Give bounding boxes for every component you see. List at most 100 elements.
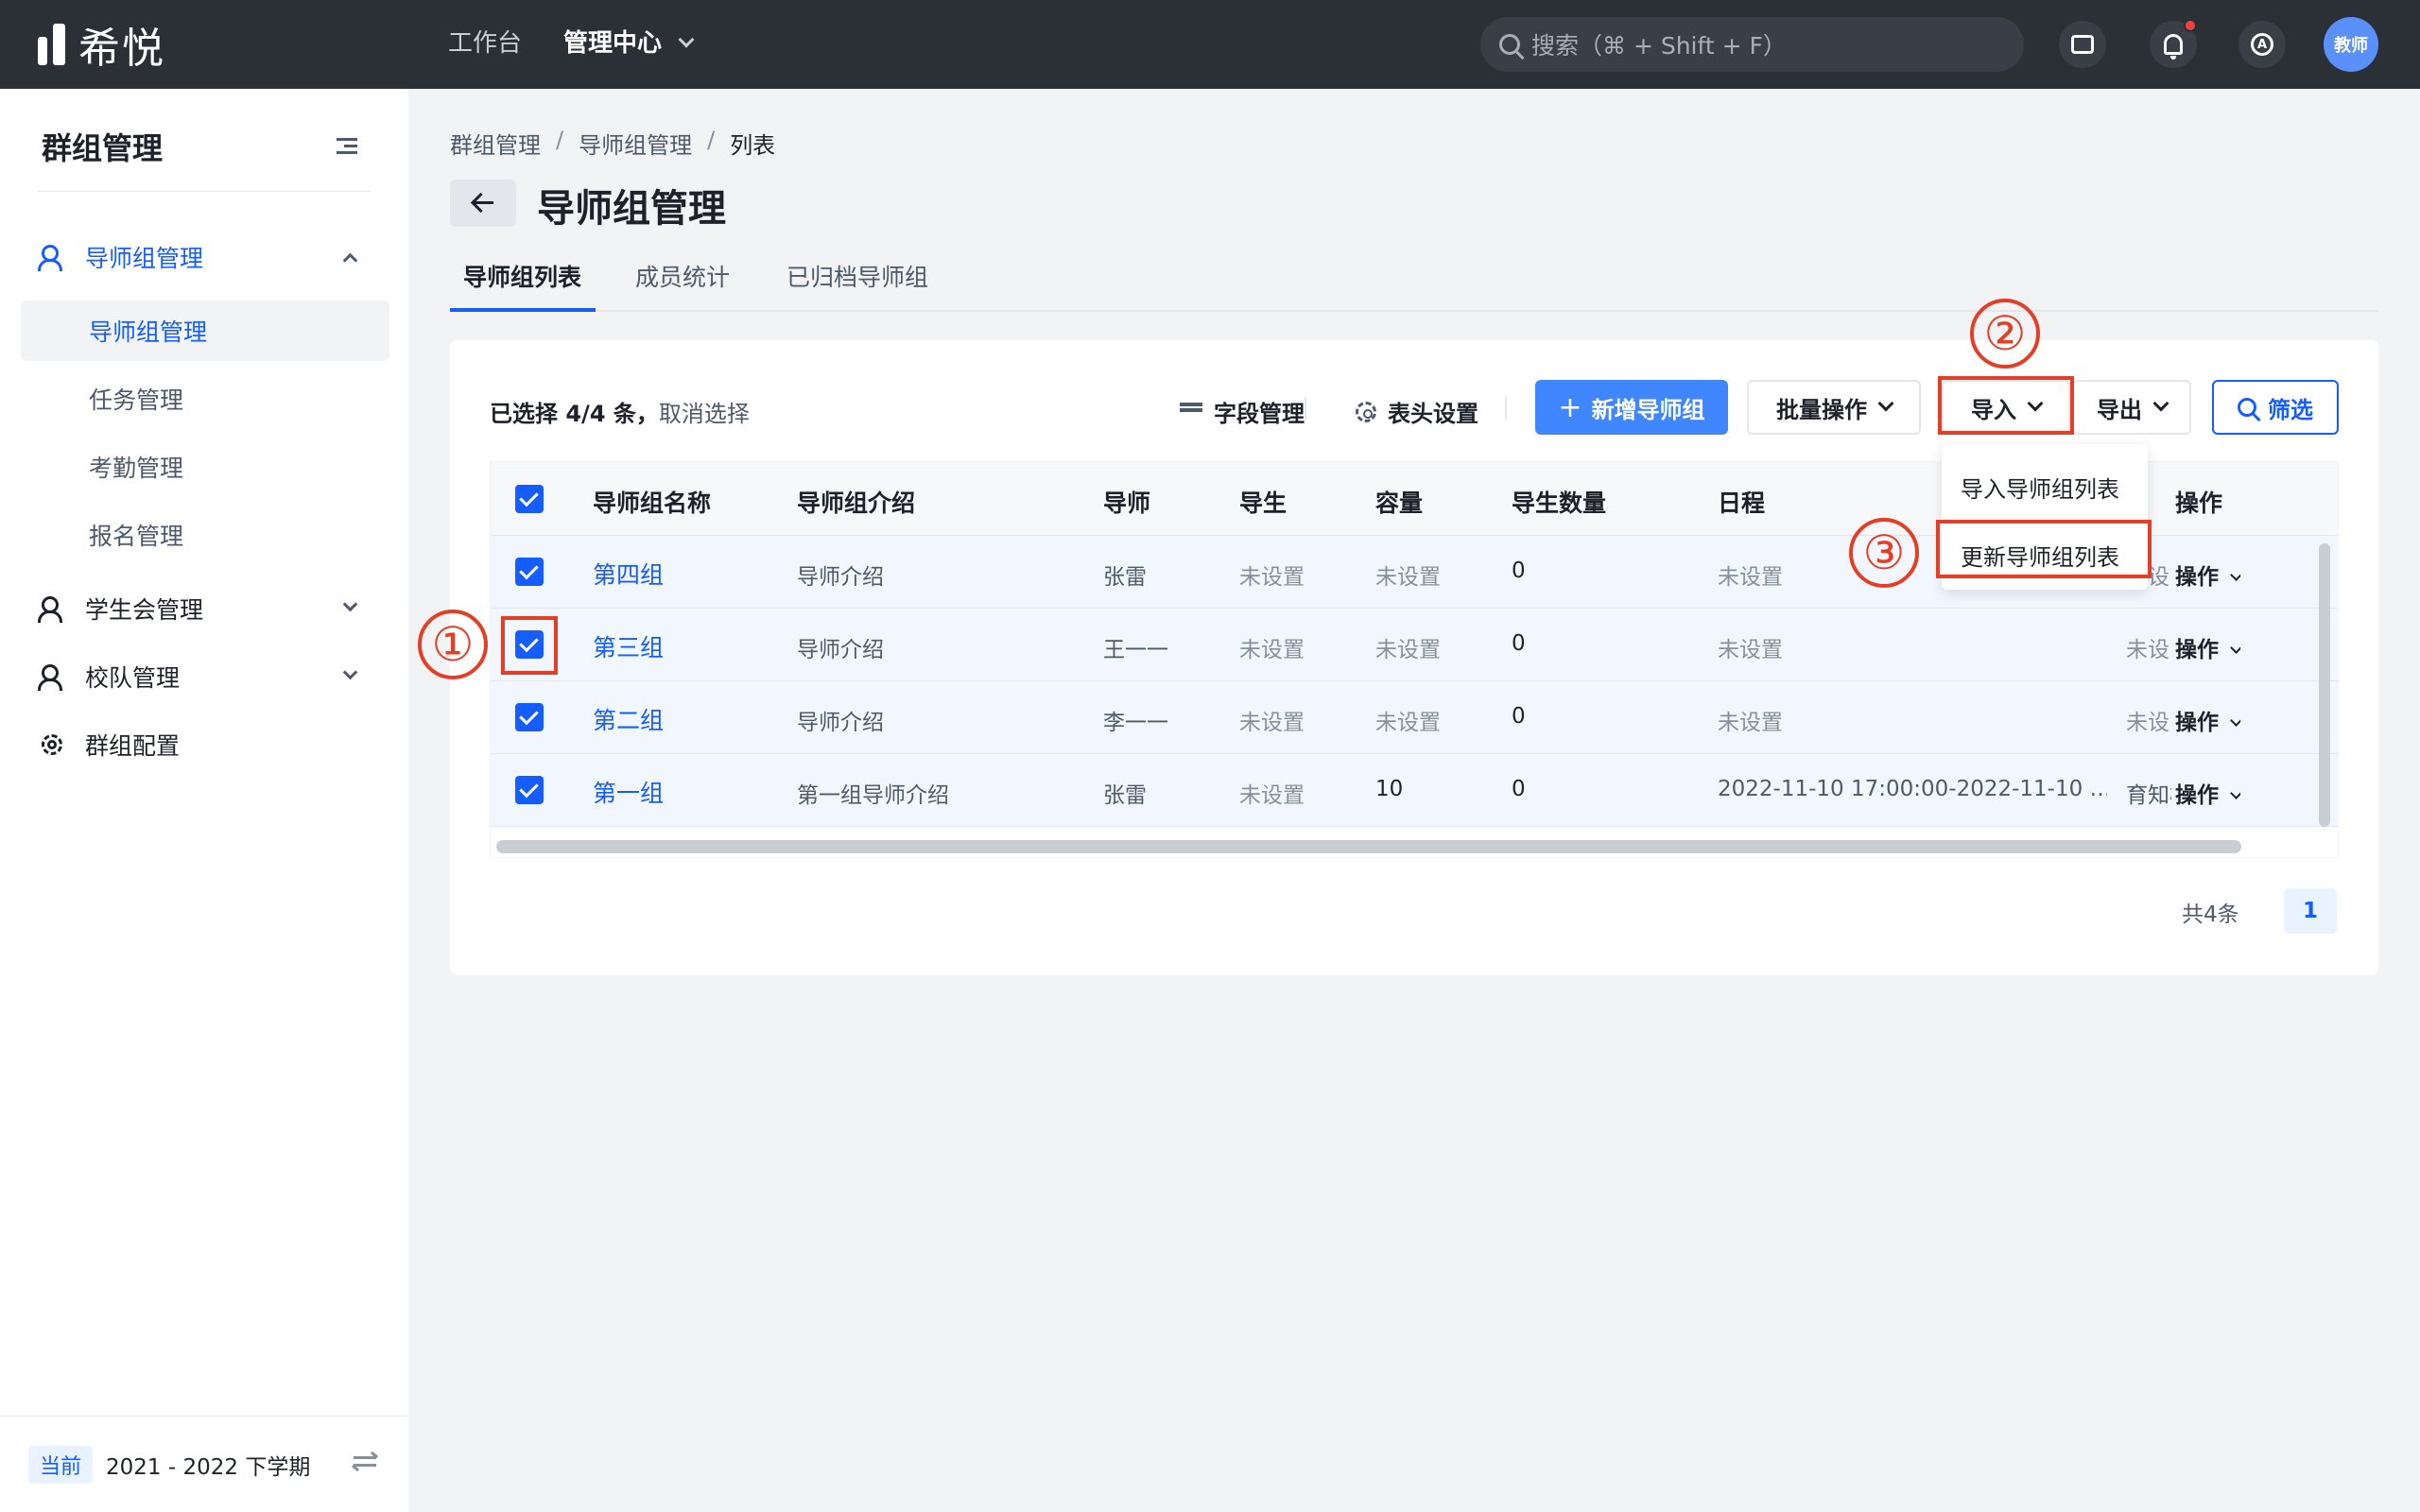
search-placeholder: 搜索（⌘ + Shift + F） [1531,32,1787,60]
breadcrumb: 群组管理 / 导师组管理 / 列表 [450,127,775,160]
sidebar-subitem-mentor-group-manage[interactable]: 导师组管理 [21,301,389,361]
cell-mentor: 李一一 [1103,711,1168,735]
sidebar-item-student-union[interactable]: 学生会管理 [38,580,371,637]
term-selector[interactable]: 当前 2021 - 2022 下学期 [28,1446,310,1484]
table-row: 第一组 第一组导师介绍 张雷 未设置 10 0 2022-11-10 17:00… [491,754,2338,827]
app-logo[interactable]: 希悦 [38,21,165,73]
field-manage-button[interactable]: 字段管理 [1180,395,1305,428]
column-header[interactable]: 导生 [1239,485,1287,519]
sidebar-item-label: 导师组管理 [85,245,204,272]
sidebar-item-mentor-groups[interactable]: 导师组管理 [38,229,371,285]
column-header[interactable]: 导师组介绍 [797,485,915,519]
cancel-selection-link[interactable]: 取消选择 [659,401,750,427]
cell-student: 未设置 [1239,638,1305,662]
cell-capacity: 10 [1375,777,1404,801]
cell-count: 0 [1512,777,1526,801]
sidebar-footer-divider [0,1416,408,1417]
cell-place: 未设] [2126,711,2171,735]
nav-workbench[interactable]: 工作台 [448,26,522,60]
toolbar-divider [1305,397,1306,420]
pagination-page-1[interactable]: 1 [2284,888,2337,934]
chevron-down-icon [1877,395,1894,412]
group-name-link[interactable]: 第四组 [593,557,664,591]
menu-item-import-list[interactable]: 导入导师组列表 [1961,471,2119,504]
plus-icon: + [1558,390,1582,424]
compass-icon: A [2251,33,2273,56]
row-checkbox[interactable] [515,776,544,804]
row-actions-dropdown[interactable]: 操作 [2175,558,2240,591]
notification-button[interactable] [2150,19,2197,68]
search-icon [1499,34,1520,55]
list-card: 已选择 4/4 条，取消选择 字段管理 表头设置 + 新增导师组 批量操作 导入… [450,340,2378,975]
cell-intro: 导师介绍 [797,711,884,735]
sidebar-subitem-attendance-manage[interactable]: 考勤管理 [21,437,389,497]
cell-student: 未设置 [1239,565,1305,590]
search-input[interactable]: 搜索（⌘ + Shift + F） [1480,17,2024,72]
chevron-down-icon [342,664,358,680]
column-header[interactable]: 导生数量 [1512,485,1606,519]
message-button[interactable] [2059,21,2106,68]
cell-schedule: 未设置 [1718,565,1783,590]
cell-count: 0 [1512,631,1526,656]
annotation-box-update-list [1936,520,2152,578]
tab-bar: 导师组列表 成员统计 已归档导师组 [450,253,2378,312]
chevron-down-icon [2230,787,2240,799]
column-header[interactable]: 导师 [1103,485,1150,519]
row-actions-dropdown[interactable]: 操作 [2175,777,2240,809]
group-name-link[interactable]: 第三组 [593,629,664,663]
filter-button[interactable]: 筛选 [2212,380,2339,435]
row-actions-label: 操作 [2175,565,2219,590]
group-name-link[interactable]: 第二组 [593,702,664,736]
row-actions-dropdown[interactable]: 操作 [2175,704,2240,736]
chevron-down-icon [2230,642,2240,654]
tab-member-stats[interactable]: 成员统计 [635,259,730,293]
column-header[interactable]: 容量 [1375,485,1423,519]
sidebar-item-group-config[interactable]: 群组配置 [38,716,371,773]
select-all-checkbox[interactable] [515,485,544,513]
app-switch-button[interactable]: A [2238,21,2286,68]
row-checkbox[interactable] [515,558,544,586]
avatar[interactable]: 教师 [2324,17,2378,72]
sidebar-item-label: 学生会管理 [85,596,204,624]
page-title: 导师组管理 [537,187,726,231]
chevron-down-icon [2230,569,2240,581]
collapse-sidebar-icon[interactable] [337,138,357,155]
breadcrumb-item[interactable]: 导师组管理 [579,127,692,160]
cell-capacity: 未设置 [1375,565,1441,590]
vertical-scrollbar[interactable] [2319,543,2330,827]
breadcrumb-item[interactable]: 群组管理 [450,127,541,160]
batch-actions-dropdown[interactable]: 批量操作 [1747,380,1921,435]
sidebar-item-school-team[interactable]: 校队管理 [38,648,371,705]
column-header[interactable]: 导师组名称 [593,485,711,519]
gear-icon [1356,401,1376,422]
selection-info: 已选择 4/4 条，取消选择 [490,395,750,428]
cell-capacity: 未设置 [1375,711,1441,735]
tab-active-indicator [450,308,596,312]
column-header[interactable]: 日程 [1718,485,1765,519]
group-name-link[interactable]: 第一组 [593,775,664,809]
sidebar-subitem-signup-manage[interactable]: 报名管理 [21,505,389,565]
swap-icon[interactable] [354,1452,380,1474]
filter-label: 筛选 [2268,396,2313,423]
row-actions-dropdown[interactable]: 操作 [2175,631,2240,663]
table-row: 第二组 导师介绍 李一一 未设置 未设置 0 未设置 未设] 操作 [491,681,2338,754]
header-settings-label: 表头设置 [1388,401,1478,427]
toolbar-divider [1505,397,1507,420]
horizontal-scrollbar[interactable] [496,840,2241,853]
breadcrumb-separator: / [707,127,716,153]
header-settings-button[interactable]: 表头设置 [1356,395,1478,428]
row-actions-label: 操作 [2175,638,2219,662]
chevron-down-icon [2152,395,2169,412]
add-mentor-group-button[interactable]: + 新增导师组 [1535,380,1728,435]
nav-management-center[interactable]: 管理中心 [563,26,695,60]
tab-mentor-group-list[interactable]: 导师组列表 [463,259,581,293]
row-checkbox[interactable] [515,703,544,731]
sidebar-title: 群组管理 [42,130,164,166]
tab-archived-groups[interactable]: 已归档导师组 [786,259,928,293]
back-button[interactable] [450,180,516,227]
sidebar-subitem-task-manage[interactable]: 任务管理 [21,369,389,429]
export-dropdown[interactable]: 导出 [2072,380,2191,435]
cell-count: 0 [1512,704,1526,729]
sidebar-item-label: 群组配置 [85,732,181,760]
chevron-up-icon [342,252,358,268]
